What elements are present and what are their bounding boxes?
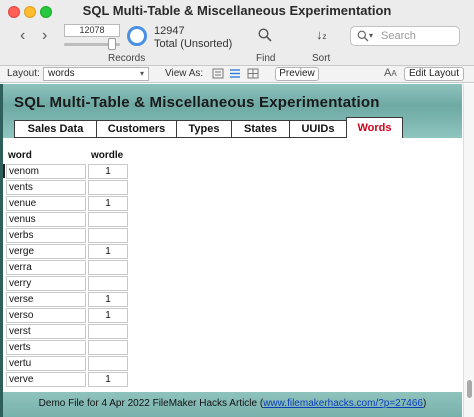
word-field[interactable]: verst: [6, 324, 86, 339]
scrollbar-thumb[interactable]: [467, 380, 472, 398]
layout-footer: Demo File for 4 Apr 2022 FileMaker Hacks…: [0, 392, 462, 417]
word-field[interactable]: verse: [6, 292, 86, 307]
wordle-field[interactable]: [88, 212, 128, 227]
footer-close: ): [423, 398, 427, 409]
preview-button[interactable]: Preview: [275, 67, 319, 81]
word-field[interactable]: verbs: [6, 228, 86, 243]
tab-uuids[interactable]: UUIDs: [289, 120, 347, 138]
search-icon: [357, 30, 369, 42]
wordle-field[interactable]: 1: [88, 196, 128, 211]
tab-customers[interactable]: Customers: [96, 120, 177, 138]
wordle-field[interactable]: 1: [88, 292, 128, 307]
previous-record-icon[interactable]: ‹: [20, 28, 25, 44]
layout-bar: Layout: words ▾ View As: Preview AA Edit…: [0, 66, 474, 83]
records-label: Records: [108, 53, 146, 64]
view-as-label: View As:: [165, 68, 204, 79]
record-slider-handle[interactable]: [108, 38, 116, 50]
layout-select-value: words: [48, 68, 75, 79]
tab-sales-data[interactable]: Sales Data: [14, 120, 97, 138]
found-set-pie-icon: [127, 26, 147, 46]
wordle-field[interactable]: 1: [88, 372, 128, 387]
layout-label: Layout:: [7, 68, 40, 79]
word-field[interactable]: verry: [6, 276, 86, 291]
list-view-icon[interactable]: [229, 68, 241, 79]
wordle-field[interactable]: [88, 276, 128, 291]
wordle-field[interactable]: [88, 356, 128, 371]
next-record-icon[interactable]: ›: [42, 28, 47, 44]
word-field[interactable]: verve: [6, 372, 86, 387]
search-input[interactable]: ▾ Search: [350, 26, 460, 46]
sort-label[interactable]: Sort: [312, 53, 330, 64]
layout-title: SQL Multi-Table & Miscellaneous Experime…: [14, 94, 380, 111]
current-record-indicator: [3, 164, 5, 178]
tab-types[interactable]: Types: [176, 120, 232, 138]
sort-icon[interactable]: ↓z: [316, 27, 330, 43]
wordle-field[interactable]: 1: [88, 164, 128, 179]
window-toolbar: SQL Multi-Table & Miscellaneous Experime…: [0, 0, 474, 66]
wordle-field[interactable]: 1: [88, 244, 128, 259]
edit-layout-button[interactable]: Edit Layout: [404, 67, 464, 81]
layout-select[interactable]: words ▾: [43, 67, 149, 81]
footer-text: Demo File for 4 Apr 2022 FileMaker Hacks…: [38, 398, 264, 409]
word-field[interactable]: venom: [6, 164, 86, 179]
search-placeholder: Search: [381, 30, 416, 42]
word-field[interactable]: verts: [6, 340, 86, 355]
wordle-field[interactable]: [88, 340, 128, 355]
word-field[interactable]: venue: [6, 196, 86, 211]
chevron-down-icon: ▾: [369, 31, 374, 40]
total-records-count: 12947: [154, 25, 185, 37]
word-field[interactable]: venus: [6, 212, 86, 227]
text-format-icon[interactable]: AA: [384, 67, 397, 79]
word-field[interactable]: verra: [6, 260, 86, 275]
wordle-field[interactable]: [88, 180, 128, 195]
find-label[interactable]: Find: [256, 53, 275, 64]
footer-link[interactable]: www.filemakerhacks.com/?p=27466: [263, 398, 423, 409]
wordle-field[interactable]: [88, 260, 128, 275]
word-field[interactable]: verso: [6, 308, 86, 323]
window-title: SQL Multi-Table & Miscellaneous Experime…: [82, 3, 392, 18]
word-field[interactable]: verge: [6, 244, 86, 259]
tab-words[interactable]: Words: [346, 117, 403, 139]
column-header-wordle: wordle: [91, 150, 124, 161]
sort-status: Total (Unsorted): [154, 38, 233, 50]
wordle-field[interactable]: [88, 228, 128, 243]
vertical-scrollbar[interactable]: [463, 84, 474, 417]
word-field[interactable]: vents: [6, 180, 86, 195]
column-header-word: word: [8, 150, 32, 161]
form-view-icon[interactable]: [212, 68, 224, 79]
find-icon[interactable]: [258, 28, 272, 42]
table-view-icon[interactable]: [247, 68, 259, 79]
word-field[interactable]: vertu: [6, 356, 86, 371]
wordle-field[interactable]: [88, 324, 128, 339]
wordle-field[interactable]: 1: [88, 308, 128, 323]
current-record-field[interactable]: 12078: [64, 24, 120, 37]
chevron-down-icon: ▾: [139, 69, 144, 78]
tab-states[interactable]: States: [231, 120, 290, 138]
